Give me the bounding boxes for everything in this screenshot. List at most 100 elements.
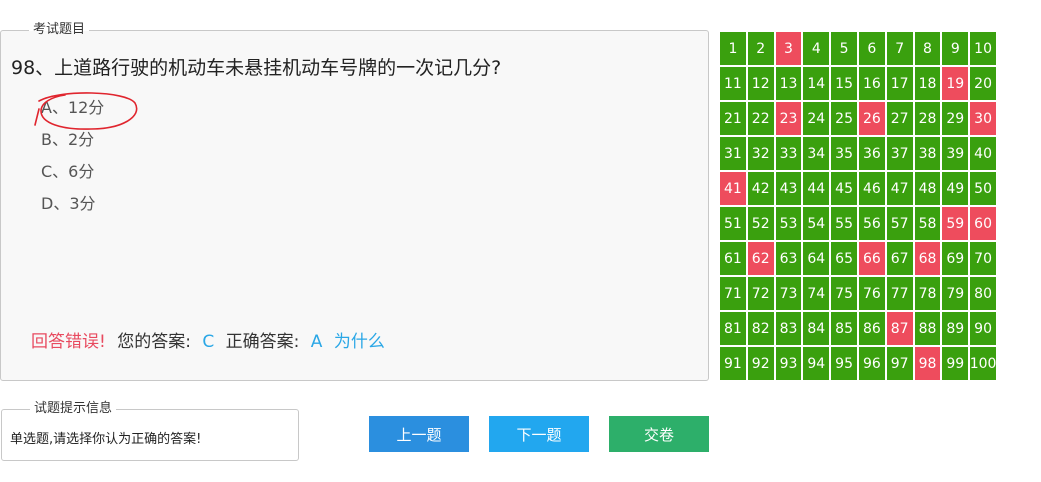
question-number-cell[interactable]: 65 — [830, 241, 858, 276]
question-number-cell[interactable]: 13 — [774, 66, 803, 101]
question-number-cell[interactable]: 87 — [885, 311, 914, 346]
question-number-cell[interactable]: 46 — [857, 171, 886, 206]
question-number-cell[interactable]: 91 — [719, 346, 747, 381]
question-number-cell[interactable]: 74 — [802, 276, 831, 311]
question-number-cell[interactable]: 37 — [885, 136, 914, 171]
question-number-cell[interactable]: 88 — [913, 311, 942, 346]
question-number-cell[interactable]: 20 — [969, 66, 997, 101]
question-number-cell[interactable]: 42 — [746, 171, 775, 206]
question-number-cell[interactable]: 8 — [913, 31, 942, 66]
question-number-cell[interactable]: 96 — [857, 346, 886, 381]
question-number-cell[interactable]: 41 — [719, 171, 747, 206]
question-number-cell[interactable]: 30 — [969, 101, 997, 136]
question-number-cell[interactable]: 62 — [746, 241, 775, 276]
question-number-cell[interactable]: 6 — [857, 31, 886, 66]
question-number-cell[interactable]: 79 — [941, 276, 970, 311]
question-number-cell[interactable]: 85 — [830, 311, 858, 346]
question-number-cell[interactable]: 45 — [830, 171, 858, 206]
question-number-cell[interactable]: 52 — [746, 206, 775, 241]
question-number-cell[interactable]: 57 — [885, 206, 914, 241]
question-number-cell[interactable]: 26 — [857, 101, 886, 136]
question-number-cell[interactable]: 56 — [857, 206, 886, 241]
question-number-cell[interactable]: 39 — [941, 136, 970, 171]
question-number-cell[interactable]: 75 — [830, 276, 858, 311]
question-number-cell[interactable]: 67 — [885, 241, 914, 276]
question-number-cell[interactable]: 23 — [774, 101, 803, 136]
question-number-cell[interactable]: 36 — [857, 136, 886, 171]
question-number-cell[interactable]: 61 — [719, 241, 747, 276]
question-number-cell[interactable]: 15 — [830, 66, 858, 101]
question-number-cell[interactable]: 2 — [746, 31, 775, 66]
question-number-cell[interactable]: 10 — [969, 31, 997, 66]
question-number-cell[interactable]: 70 — [969, 241, 997, 276]
question-number-cell[interactable]: 80 — [969, 276, 997, 311]
question-number-cell[interactable]: 48 — [913, 171, 942, 206]
question-number-cell[interactable]: 29 — [941, 101, 970, 136]
question-number-cell[interactable]: 98 — [913, 346, 942, 381]
question-number-cell[interactable]: 68 — [913, 241, 942, 276]
question-number-cell[interactable]: 21 — [719, 101, 747, 136]
question-number-cell[interactable]: 71 — [719, 276, 747, 311]
question-number-cell[interactable]: 38 — [913, 136, 942, 171]
question-number-cell[interactable]: 73 — [774, 276, 803, 311]
question-number-cell[interactable]: 100 — [969, 346, 997, 381]
question-number-cell[interactable]: 97 — [885, 346, 914, 381]
why-link[interactable]: 为什么 — [334, 332, 385, 352]
question-number-cell[interactable]: 17 — [885, 66, 914, 101]
question-number-cell[interactable]: 60 — [969, 206, 997, 241]
question-number-cell[interactable]: 7 — [885, 31, 914, 66]
question-number-cell[interactable]: 33 — [774, 136, 803, 171]
question-number-cell[interactable]: 81 — [719, 311, 747, 346]
question-number-cell[interactable]: 28 — [913, 101, 942, 136]
question-number-cell[interactable]: 55 — [830, 206, 858, 241]
next-question-button[interactable]: 下一题 — [489, 416, 589, 452]
question-number-cell[interactable]: 18 — [913, 66, 942, 101]
question-number-cell[interactable]: 58 — [913, 206, 942, 241]
question-number-cell[interactable]: 16 — [857, 66, 886, 101]
question-number-cell[interactable]: 14 — [802, 66, 831, 101]
question-number-cell[interactable]: 59 — [941, 206, 970, 241]
question-number-cell[interactable]: 35 — [830, 136, 858, 171]
question-number-cell[interactable]: 49 — [941, 171, 970, 206]
prev-question-button[interactable]: 上一题 — [369, 416, 469, 452]
question-number-cell[interactable]: 54 — [802, 206, 831, 241]
question-number-cell[interactable]: 34 — [802, 136, 831, 171]
question-number-cell[interactable]: 27 — [885, 101, 914, 136]
question-number-cell[interactable]: 99 — [941, 346, 970, 381]
question-number-cell[interactable]: 3 — [774, 31, 803, 66]
question-number-cell[interactable]: 76 — [857, 276, 886, 311]
question-number-cell[interactable]: 63 — [774, 241, 803, 276]
question-number-cell[interactable]: 1 — [719, 31, 747, 66]
question-number-cell[interactable]: 43 — [774, 171, 803, 206]
question-number-cell[interactable]: 83 — [774, 311, 803, 346]
question-number-cell[interactable]: 19 — [941, 66, 970, 101]
question-number-cell[interactable]: 82 — [746, 311, 775, 346]
question-number-cell[interactable]: 12 — [746, 66, 775, 101]
question-number-cell[interactable]: 51 — [719, 206, 747, 241]
question-number-cell[interactable]: 64 — [802, 241, 831, 276]
question-number-cell[interactable]: 44 — [802, 171, 831, 206]
question-number-cell[interactable]: 25 — [830, 101, 858, 136]
question-number-cell[interactable]: 78 — [913, 276, 942, 311]
question-number-cell[interactable]: 9 — [941, 31, 970, 66]
question-number-cell[interactable]: 47 — [885, 171, 914, 206]
question-number-cell[interactable]: 89 — [941, 311, 970, 346]
question-number-cell[interactable]: 84 — [802, 311, 831, 346]
question-number-cell[interactable]: 32 — [746, 136, 775, 171]
question-number-cell[interactable]: 22 — [746, 101, 775, 136]
question-number-cell[interactable]: 90 — [969, 311, 997, 346]
question-number-cell[interactable]: 72 — [746, 276, 775, 311]
question-number-cell[interactable]: 69 — [941, 241, 970, 276]
question-number-cell[interactable]: 5 — [830, 31, 858, 66]
option-a[interactable]: A、12分 — [41, 97, 104, 129]
question-number-cell[interactable]: 93 — [774, 346, 803, 381]
question-number-cell[interactable]: 77 — [885, 276, 914, 311]
question-number-cell[interactable]: 4 — [802, 31, 831, 66]
question-number-cell[interactable]: 95 — [830, 346, 858, 381]
option-b[interactable]: B、2分 — [41, 129, 104, 161]
question-number-cell[interactable]: 94 — [802, 346, 831, 381]
question-number-cell[interactable]: 92 — [746, 346, 775, 381]
question-number-cell[interactable]: 86 — [857, 311, 886, 346]
question-number-cell[interactable]: 50 — [969, 171, 997, 206]
question-number-cell[interactable]: 53 — [774, 206, 803, 241]
